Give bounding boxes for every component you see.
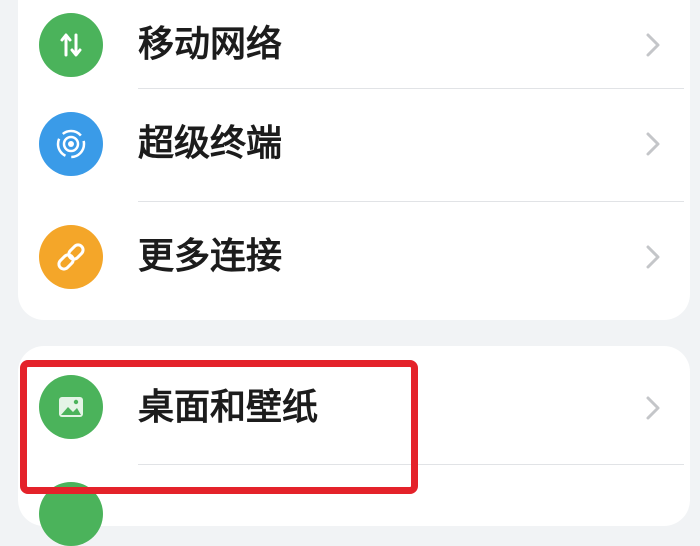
settings-item-mobile-network[interactable]: 移动网络 (18, 0, 690, 90)
super-device-icon (39, 112, 103, 176)
settings-item-label: 更多连接 (138, 236, 283, 277)
settings-group-connections: 移动网络 超级终端 更多连接 (18, 0, 690, 320)
settings-item-label: 超级终端 (138, 123, 283, 164)
chevron-right-icon (646, 132, 660, 156)
settings-item-more-connections[interactable]: 更多连接 (18, 204, 690, 314)
more-connections-icon (39, 225, 103, 289)
settings-item-super-device[interactable]: 超级终端 (18, 91, 690, 201)
chevron-right-icon (646, 245, 660, 269)
chevron-right-icon (646, 33, 660, 57)
divider (138, 88, 684, 89)
mobile-network-icon (39, 13, 103, 77)
highlight-box (20, 360, 418, 494)
settings-item-label: 移动网络 (138, 24, 283, 65)
divider (138, 201, 684, 202)
chevron-right-icon (646, 396, 660, 420)
